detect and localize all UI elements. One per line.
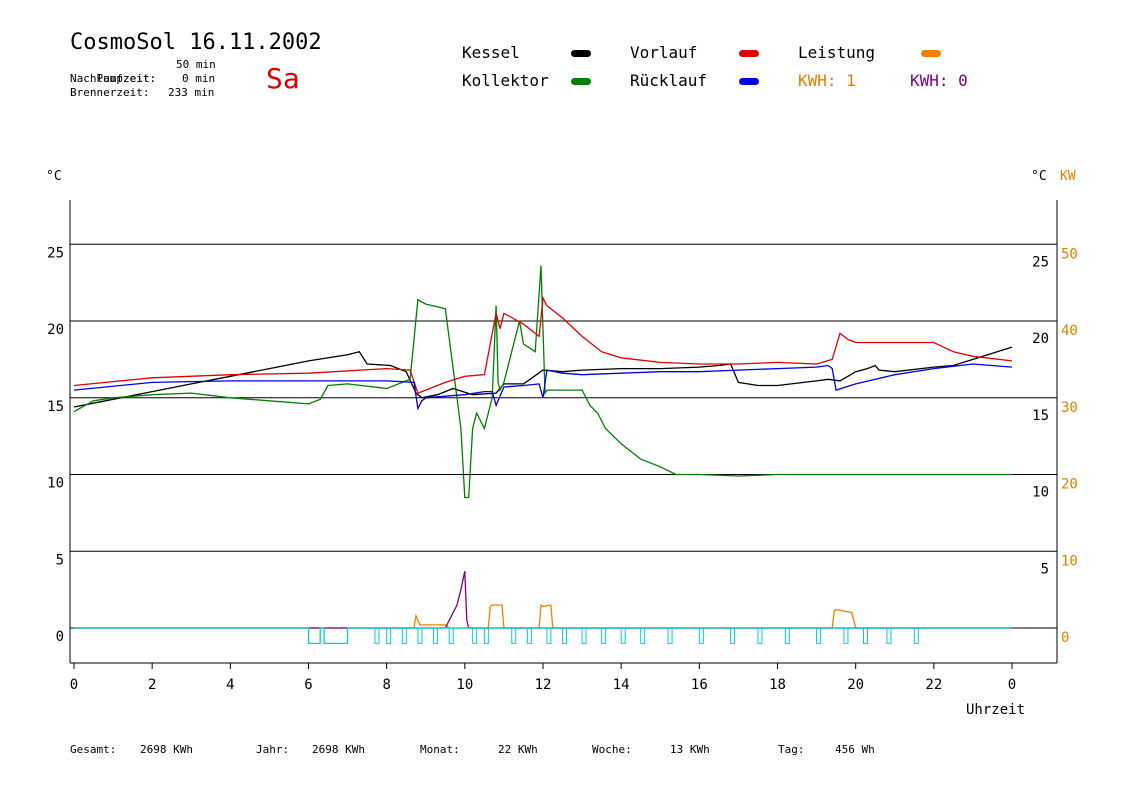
x-tick-label: 22: [925, 677, 942, 693]
pump-cycle-mark: [784, 627, 790, 644]
footer-monat-label: Monat:: [420, 743, 460, 756]
y-tick-label-right: 25: [1032, 254, 1049, 270]
pump-cycle-mark: [667, 627, 673, 644]
y-axis-label-kw: KW: [1060, 169, 1076, 184]
y-tick-label-kw: 0: [1061, 630, 1069, 646]
labels-layer: 0 2 4 6 8 10 12 14 16 18 20 22 0 0 5 10 15 20 25 5 10 15 20 25 0…: [46, 169, 1078, 718]
y-tick-label-kw: 50: [1061, 246, 1078, 262]
y-tick-label-right: 5: [1041, 561, 1049, 577]
pump-cycle-mark: [886, 627, 892, 644]
x-tick-label: 0: [1008, 677, 1016, 693]
series-line-pump: [74, 627, 1012, 645]
pump-cycle-mark: [562, 627, 568, 644]
footer-jahr-label: Jahr:: [256, 743, 290, 756]
pump-cycle-mark: [862, 627, 868, 644]
y-tick-label-left: 15: [47, 399, 64, 415]
pump-cycle-mark: [386, 627, 392, 644]
x-tick-label: 2: [148, 677, 156, 693]
pump-cycle-mark: [401, 627, 407, 644]
series-layer: [73, 265, 1013, 645]
y-tick-label-left: 0: [56, 629, 64, 645]
pump-cycle-mark: [843, 627, 849, 644]
pump-cycle-mark: [472, 627, 478, 644]
axes-layer: [69, 200, 1058, 669]
series-line-leistung: [74, 603, 1012, 629]
pump-cycle-mark: [601, 627, 607, 644]
x-tick-label: 8: [382, 677, 390, 693]
pump-cycle-mark: [483, 627, 489, 644]
pump-cycle-mark: [816, 627, 822, 644]
pump-cycle-mark: [433, 627, 439, 644]
y-tick-label-left: 20: [47, 322, 64, 338]
y-axis-label-right: °C: [1031, 169, 1047, 184]
x-tick-label: 16: [691, 677, 708, 693]
temperature-chart: 0 2 4 6 8 10 12 14 16 18 20 22 0 0 5 10 15 20 25 5 10 15 20 25 0…: [46, 169, 1078, 718]
y-tick-label-right: 15: [1032, 408, 1049, 424]
footer-jahr-value: 2698 KWh: [312, 743, 365, 756]
pump-cycle-mark: [620, 627, 626, 644]
pump-cycle-mark: [526, 627, 532, 644]
pump-cycle-mark: [374, 627, 380, 644]
pump-cycle-mark: [448, 627, 454, 644]
pump-cycle-mark: [757, 627, 763, 644]
y-tick-label-kw: 40: [1061, 323, 1078, 339]
footer-gesamt-label: Gesamt:: [70, 743, 117, 756]
pump-cycle-mark: [730, 627, 736, 644]
y-tick-label-left: 10: [47, 476, 64, 492]
x-tick-label: 18: [769, 677, 786, 693]
footer-monat-value: 22 KWh: [498, 743, 538, 756]
pump-cycle-mark: [913, 627, 919, 644]
pump-cycle-mark: [581, 627, 587, 644]
grid-layer: [70, 243, 1057, 629]
y-axis-label-left: °C: [46, 169, 62, 184]
y-tick-label-kw: 20: [1061, 477, 1078, 493]
y-tick-label-right: 10: [1032, 485, 1049, 501]
x-tick-label: 20: [847, 677, 864, 693]
footer-tag-value: 456 Wh: [835, 743, 875, 756]
y-tick-label-left: 25: [47, 245, 64, 261]
footer-gesamt-value: 2698 KWh: [140, 743, 193, 756]
x-axis-label: Uhrzeit: [966, 702, 1025, 718]
y-tick-label-kw: 10: [1061, 553, 1078, 569]
y-tick-label-left: 5: [56, 552, 64, 568]
x-tick-label: 10: [456, 677, 473, 693]
pump-cycle-mark: [698, 627, 704, 644]
footer-woche-label: Woche:: [592, 743, 632, 756]
x-tick-label: 6: [304, 677, 312, 693]
pump-cycle-mark: [640, 627, 646, 644]
x-tick-label: 12: [535, 677, 552, 693]
pump-cycle-mark: [546, 627, 552, 644]
series-line-kwh: [74, 571, 1012, 629]
page: CosmoSol 16.11.2002 Sa Pumpzeit: 50 min …: [0, 0, 1148, 812]
footer-woche-value: 13 KWh: [670, 743, 710, 756]
pump-cycle-mark: [511, 627, 517, 644]
footer-tag-label: Tag:: [778, 743, 805, 756]
pump-cycle-mark: [417, 627, 423, 644]
y-tick-label-kw: 30: [1061, 400, 1078, 416]
x-tick-label: 14: [613, 677, 630, 693]
y-tick-label-right: 20: [1032, 331, 1049, 347]
x-tick-label: 0: [70, 677, 78, 693]
x-tick-label: 4: [226, 677, 234, 693]
